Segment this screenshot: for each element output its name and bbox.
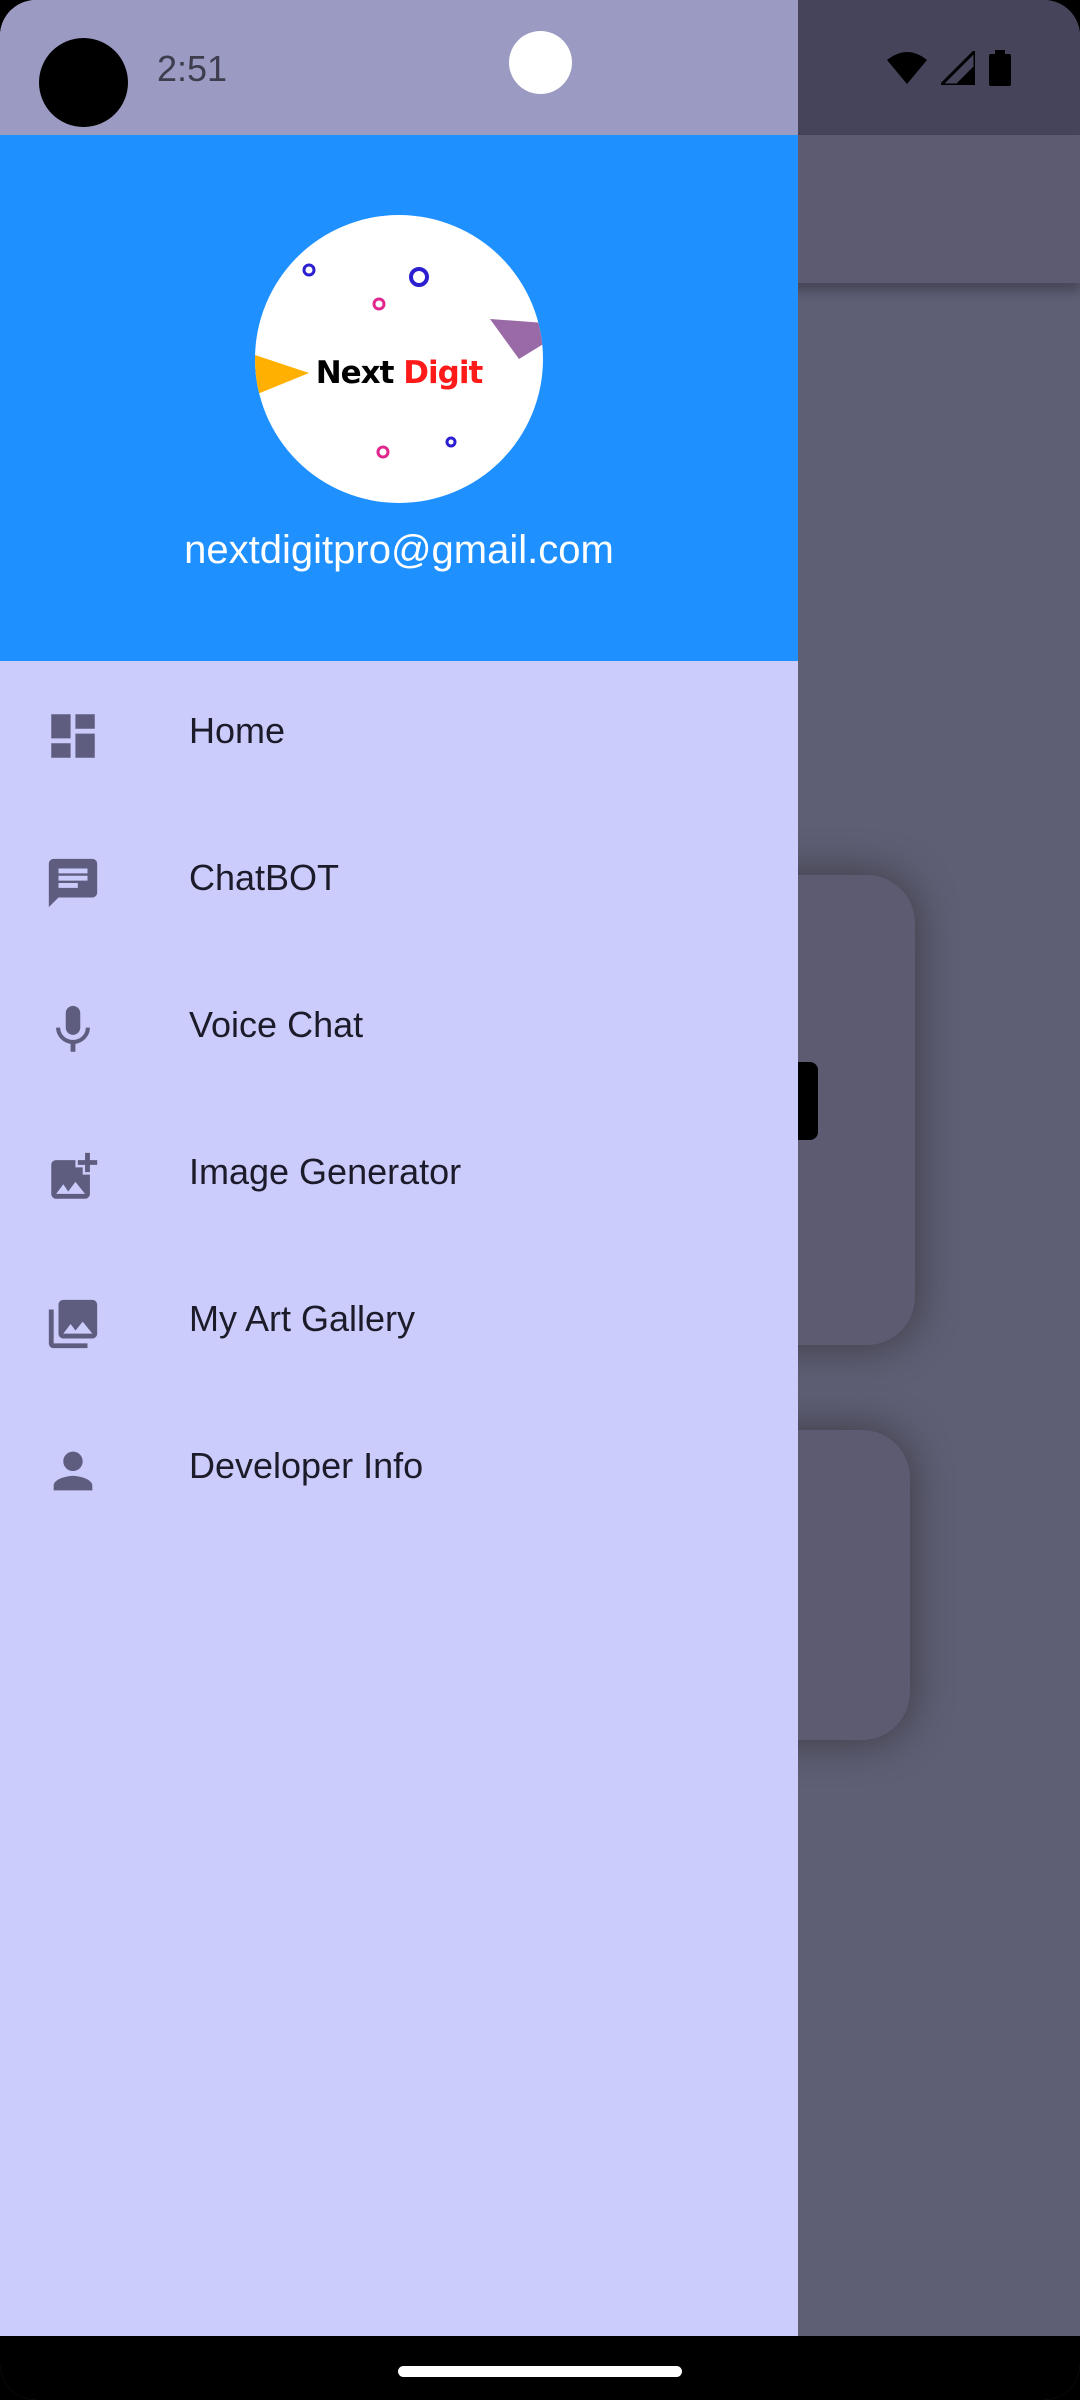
drawer-menu: Home ChatBOT Voice Chat Image Generator … xyxy=(0,661,798,1543)
menu-item-voice-chat[interactable]: Voice Chat xyxy=(0,955,798,1102)
app-logo[interactable]: Next Digit xyxy=(255,215,543,503)
home-gesture-handle[interactable] xyxy=(398,2366,682,2377)
logo-word-digit: Digit xyxy=(403,355,483,391)
menu-item-label: Voice Chat xyxy=(189,1004,364,1045)
status-icons xyxy=(887,50,1011,86)
person-icon xyxy=(53,1451,93,1491)
mic-icon xyxy=(56,1005,90,1052)
menu-item-my-art-gallery[interactable]: My Art Gallery xyxy=(0,1249,798,1396)
photo-library-icon xyxy=(48,1299,98,1349)
menu-item-label: Image Generator xyxy=(189,1151,462,1192)
logo-wordmark: Next Digit xyxy=(255,355,543,391)
wifi-icon xyxy=(887,52,927,84)
menu-item-image-generator[interactable]: Image Generator xyxy=(0,1102,798,1249)
cell-signal-icon xyxy=(941,51,975,85)
menu-item-label: ChatBOT xyxy=(189,857,340,898)
menu-item-label: Home xyxy=(189,710,286,751)
menu-item-label: My Art Gallery xyxy=(189,1298,416,1339)
navigation-drawer: 2:51 Next Digit nextdigitpro@gmail.com H… xyxy=(0,0,798,2336)
add-photo-icon xyxy=(51,1152,98,1199)
dashboard-icon xyxy=(51,714,95,758)
menu-item-label: Developer Info xyxy=(189,1445,424,1486)
notification-dot-icon xyxy=(509,31,572,94)
logo-word-next: Next xyxy=(315,355,395,391)
battery-icon xyxy=(989,50,1011,86)
camera-cutout xyxy=(39,38,128,127)
drawer-header: Next Digit nextdigitpro@gmail.com xyxy=(0,135,798,661)
account-email: nextdigitpro@gmail.com xyxy=(184,528,614,572)
screen: 2:51 Next Digit nextdigitpro@gmail.com H… xyxy=(0,0,1080,2400)
chat-icon xyxy=(48,858,98,908)
menu-item-home[interactable]: Home xyxy=(0,661,798,808)
drawer-status-bar: 2:51 xyxy=(0,0,798,135)
menu-item-developer-info[interactable]: Developer Info xyxy=(0,1396,798,1543)
status-time: 2:51 xyxy=(157,48,228,89)
menu-item-chatbot[interactable]: ChatBOT xyxy=(0,808,798,955)
